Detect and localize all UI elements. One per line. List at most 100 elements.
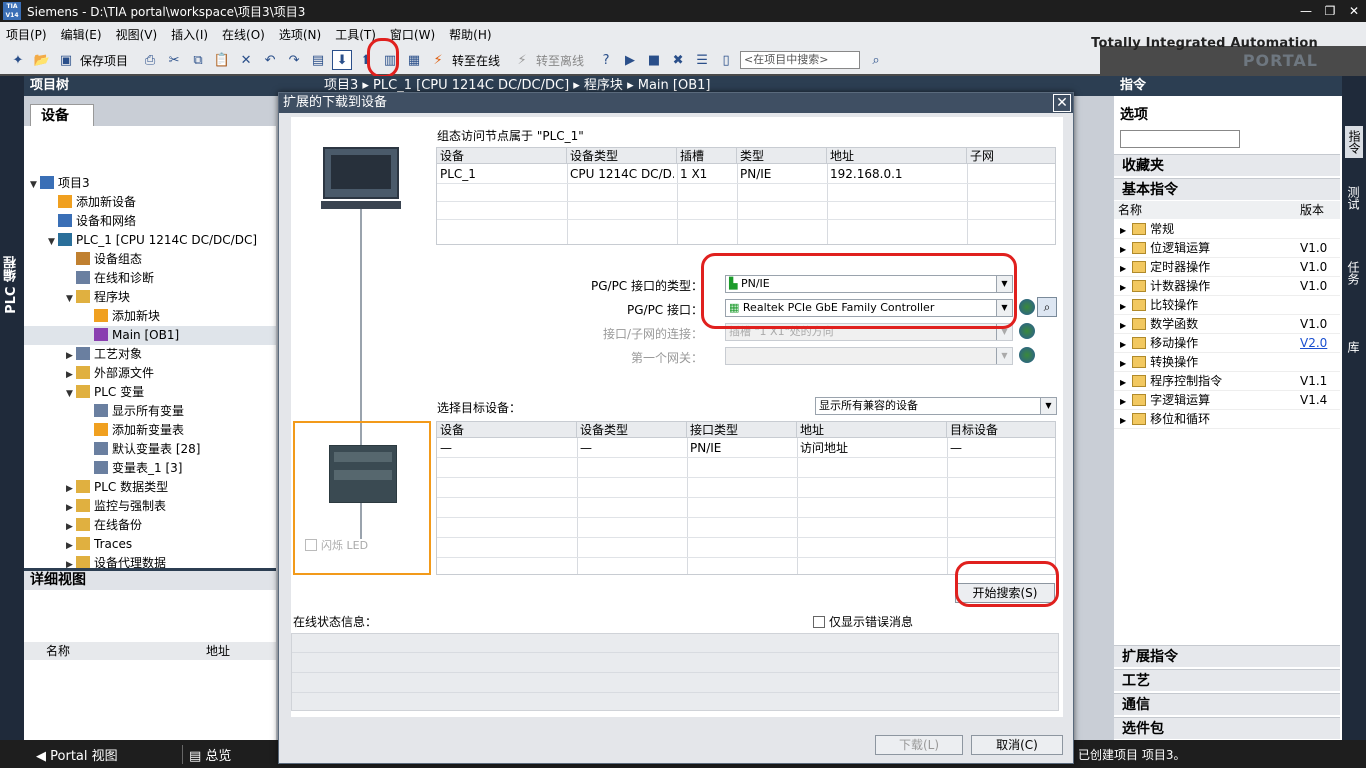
menu-edit[interactable]: 编辑(E) — [61, 26, 102, 43]
menu-window[interactable]: 窗口(W) — [390, 26, 435, 43]
go-online-button[interactable]: 转至在线 — [452, 52, 500, 69]
tree-item[interactable]: 添加新设备 — [48, 193, 136, 212]
basic-instructions-section[interactable]: 基本指令 — [1114, 178, 1340, 200]
menu-insert[interactable]: 插入(I) — [171, 26, 208, 43]
expand-arrow-icon[interactable]: ▶ — [1120, 416, 1126, 425]
expand-arrow-icon[interactable]: ▶ — [1120, 321, 1126, 330]
diagnostics-search-icon[interactable]: ⌕ — [1037, 297, 1057, 317]
accessible-devices-icon[interactable]: ? — [596, 50, 616, 70]
instruction-item[interactable]: ▶ 定时器操作 V1.0 — [1114, 258, 1340, 277]
open-project-icon[interactable]: 📂 — [32, 50, 52, 70]
shield-icon[interactable] — [1019, 299, 1035, 315]
instruction-item[interactable]: ▶ 比较操作 — [1114, 296, 1340, 315]
instruction-item[interactable]: ▶ 程序控制指令 V1.1 — [1114, 372, 1340, 391]
tree-item[interactable]: 默认变量表 [28] — [84, 440, 200, 459]
expand-arrow-icon[interactable]: ▶ — [1120, 378, 1126, 387]
tree-item[interactable]: ▶ PLC 数据类型 — [66, 478, 168, 497]
instruction-item[interactable]: ▶ 转换操作 — [1114, 353, 1340, 372]
dialog-close-icon[interactable]: ✕ — [1053, 94, 1071, 112]
save-project-button[interactable]: 保存项目 — [80, 52, 128, 69]
flash-led-checkbox[interactable] — [305, 539, 317, 551]
copy-icon[interactable]: ⧉ — [188, 50, 208, 70]
expand-arrow-icon[interactable]: ▶ — [1120, 302, 1126, 311]
tree-item[interactable]: 设备和网络 — [48, 212, 136, 231]
target-filter-select[interactable]: 显示所有兼容的设备 ▼ — [815, 397, 1057, 415]
tree-item[interactable]: ▶ 监控与强制表 — [66, 497, 166, 516]
stop-cpu-icon[interactable]: ■ — [644, 50, 664, 70]
detail-view-header[interactable]: 详细视图 — [24, 568, 276, 590]
overview-button[interactable]: ▤ 总览 — [182, 744, 231, 764]
go-offline-button[interactable]: 转至离线 — [536, 52, 584, 69]
communication-section[interactable]: 通信 — [1114, 693, 1340, 715]
download-to-device-icon[interactable]: ⬇ — [332, 50, 353, 70]
menu-tools[interactable]: 工具(T) — [335, 26, 376, 43]
undo-icon[interactable]: ↶ — [260, 50, 280, 70]
restore-icon[interactable]: ❐ — [1318, 0, 1342, 22]
instruction-search-input[interactable] — [1120, 130, 1240, 148]
tree-item[interactable]: 在线和诊断 — [66, 269, 154, 288]
instruction-item[interactable]: ▶ 常规 — [1114, 220, 1340, 239]
task-card-libraries[interactable]: 库 — [1345, 341, 1362, 353]
stop-simulation-icon[interactable]: ▦ — [404, 50, 424, 70]
delete-icon[interactable]: ✕ — [236, 50, 256, 70]
cross-reference-icon[interactable]: ✖ — [668, 50, 688, 70]
project-search-input[interactable]: <在项目中搜索> — [740, 51, 861, 69]
tree-item[interactable]: ▼ 程序块 — [66, 288, 130, 307]
task-card-instructions[interactable]: 指令 — [1345, 126, 1363, 158]
tree-item[interactable]: ▼ PLC_1 [CPU 1214C DC/DC/DC] — [48, 231, 257, 250]
task-card-testing[interactable]: 测试 — [1345, 186, 1362, 210]
expand-arrow-icon[interactable]: ▶ — [1120, 359, 1126, 368]
expand-arrow-icon[interactable]: ▼ — [30, 176, 40, 195]
menu-options[interactable]: 选项(N) — [279, 26, 321, 43]
task-card-tasks[interactable]: 任务 — [1345, 261, 1362, 285]
tree-item[interactable]: ▶ 工艺对象 — [66, 345, 142, 364]
save-icon[interactable]: ▣ — [56, 50, 76, 70]
favorites-section[interactable]: 收藏夹 — [1114, 154, 1340, 176]
instruction-item[interactable]: ▶ 数学函数 V1.0 — [1114, 315, 1340, 334]
only-errors-checkbox[interactable] — [813, 616, 825, 628]
menu-project[interactable]: 项目(P) — [6, 26, 47, 43]
instruction-item[interactable]: ▶ 位逻辑运算 V1.0 — [1114, 239, 1340, 258]
optional-packages-section[interactable]: 选件包 — [1114, 717, 1340, 739]
tree-item[interactable]: 显示所有变量 — [84, 402, 184, 421]
expand-arrow-icon[interactable]: ▶ — [1120, 226, 1126, 235]
target-cell-device[interactable]: — — [440, 439, 452, 457]
tree-item[interactable]: 添加新块 — [84, 307, 160, 326]
minimize-icon[interactable]: — — [1294, 0, 1318, 22]
expand-arrow-icon[interactable]: ▶ — [1120, 397, 1126, 406]
menu-online[interactable]: 在线(O) — [222, 26, 265, 43]
instruction-item[interactable]: ▶ 移动操作 V2.0 — [1114, 334, 1340, 353]
tree-item[interactable]: ▶ Traces — [66, 535, 132, 554]
instruction-item[interactable]: ▶ 移位和循环 — [1114, 410, 1340, 429]
paste-icon[interactable]: 📋 — [212, 50, 232, 70]
instruction-item[interactable]: ▶ 字逻辑运算 V1.4 — [1114, 391, 1340, 410]
expand-arrow-icon[interactable]: ▶ — [1120, 340, 1126, 349]
menu-view[interactable]: 视图(V) — [116, 26, 158, 43]
menu-help[interactable]: 帮助(H) — [449, 26, 491, 43]
cancel-button[interactable]: 取消(C) — [971, 735, 1063, 755]
redo-icon[interactable]: ↷ — [284, 50, 304, 70]
tree-item[interactable]: ▼ 项目3 — [30, 174, 90, 193]
expand-arrow-icon[interactable]: ▶ — [1120, 245, 1126, 254]
compile-icon[interactable]: ▤ — [308, 50, 328, 70]
go-online-icon[interactable]: ⚡ — [428, 50, 448, 70]
expand-arrow-icon[interactable]: ▼ — [66, 290, 76, 309]
instruction-item[interactable]: ▶ 计数器操作 V1.0 — [1114, 277, 1340, 296]
expand-arrow-icon[interactable]: ▶ — [1120, 283, 1126, 292]
new-project-icon[interactable]: ✦ — [8, 50, 28, 70]
instruction-version[interactable]: V2.0 — [1300, 334, 1327, 353]
portal-view-button[interactable]: ◀ Portal 视图 — [36, 745, 118, 764]
tree-item[interactable]: Main [OB1] — [24, 326, 276, 345]
start-cpu-icon[interactable]: ▶ — [620, 50, 640, 70]
extended-instructions-section[interactable]: 扩展指令 — [1114, 645, 1340, 667]
tree-item[interactable]: 设备组态 — [66, 250, 142, 269]
expand-arrow-icon[interactable]: ▶ — [1120, 264, 1126, 273]
tree-item[interactable]: ▶ 外部源文件 — [66, 364, 154, 383]
tree-item[interactable]: ▶ 在线备份 — [66, 516, 142, 535]
tree-item[interactable]: 变量表_1 [3] — [84, 459, 182, 478]
tree-item[interactable]: ▼ PLC 变量 — [66, 383, 144, 402]
print-icon[interactable]: ⎙ — [140, 50, 160, 70]
technology-section[interactable]: 工艺 — [1114, 669, 1340, 691]
go-offline-icon[interactable]: ⚡ — [512, 50, 532, 70]
search-go-icon[interactable]: ⌕ — [866, 50, 886, 70]
